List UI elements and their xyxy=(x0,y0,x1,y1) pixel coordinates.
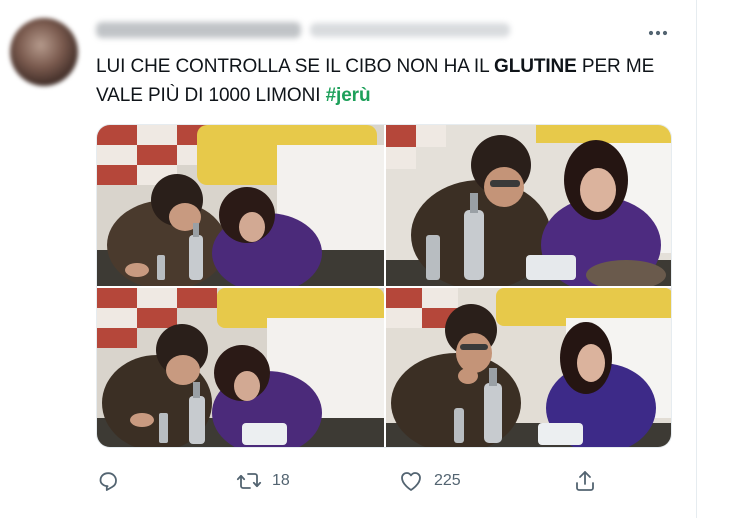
photo-4[interactable] xyxy=(386,288,671,447)
like-count: 225 xyxy=(434,472,461,489)
share-icon xyxy=(576,471,594,491)
photo-2[interactable] xyxy=(386,125,671,286)
more-options-button[interactable] xyxy=(644,23,672,43)
like-button[interactable]: 225 xyxy=(398,466,461,496)
more-horizontal-icon xyxy=(648,30,668,36)
hashtag-link[interactable]: #jerù xyxy=(326,85,371,106)
avatar[interactable] xyxy=(10,18,78,86)
retweet-icon xyxy=(236,473,262,489)
retweet-button[interactable]: 18 xyxy=(236,466,290,496)
tweet-text: LUI CHE CONTROLLA SE IL CIBO NON HA IL G… xyxy=(96,52,676,110)
reply-button[interactable] xyxy=(96,466,120,496)
photo-1[interactable] xyxy=(97,125,384,286)
tweet-text-part1: LUI CHE CONTROLLA SE IL CIBO NON HA IL xyxy=(96,56,495,77)
author-name-blurred[interactable] xyxy=(96,22,301,38)
tweet-text-bold: GLUTINE xyxy=(494,56,577,77)
action-bar: 18 225 xyxy=(96,466,616,496)
author-handle-blurred[interactable] xyxy=(310,23,510,37)
photo-3[interactable] xyxy=(97,288,384,447)
tweet-card: LUI CHE CONTROLLA SE IL CIBO NON HA IL G… xyxy=(0,0,697,518)
reply-icon xyxy=(99,472,117,491)
share-button[interactable] xyxy=(573,466,597,496)
retweet-count: 18 xyxy=(272,472,290,489)
media-grid xyxy=(96,124,672,448)
right-gutter xyxy=(697,0,740,518)
heart-icon xyxy=(401,472,421,491)
tweet-header xyxy=(96,18,536,42)
